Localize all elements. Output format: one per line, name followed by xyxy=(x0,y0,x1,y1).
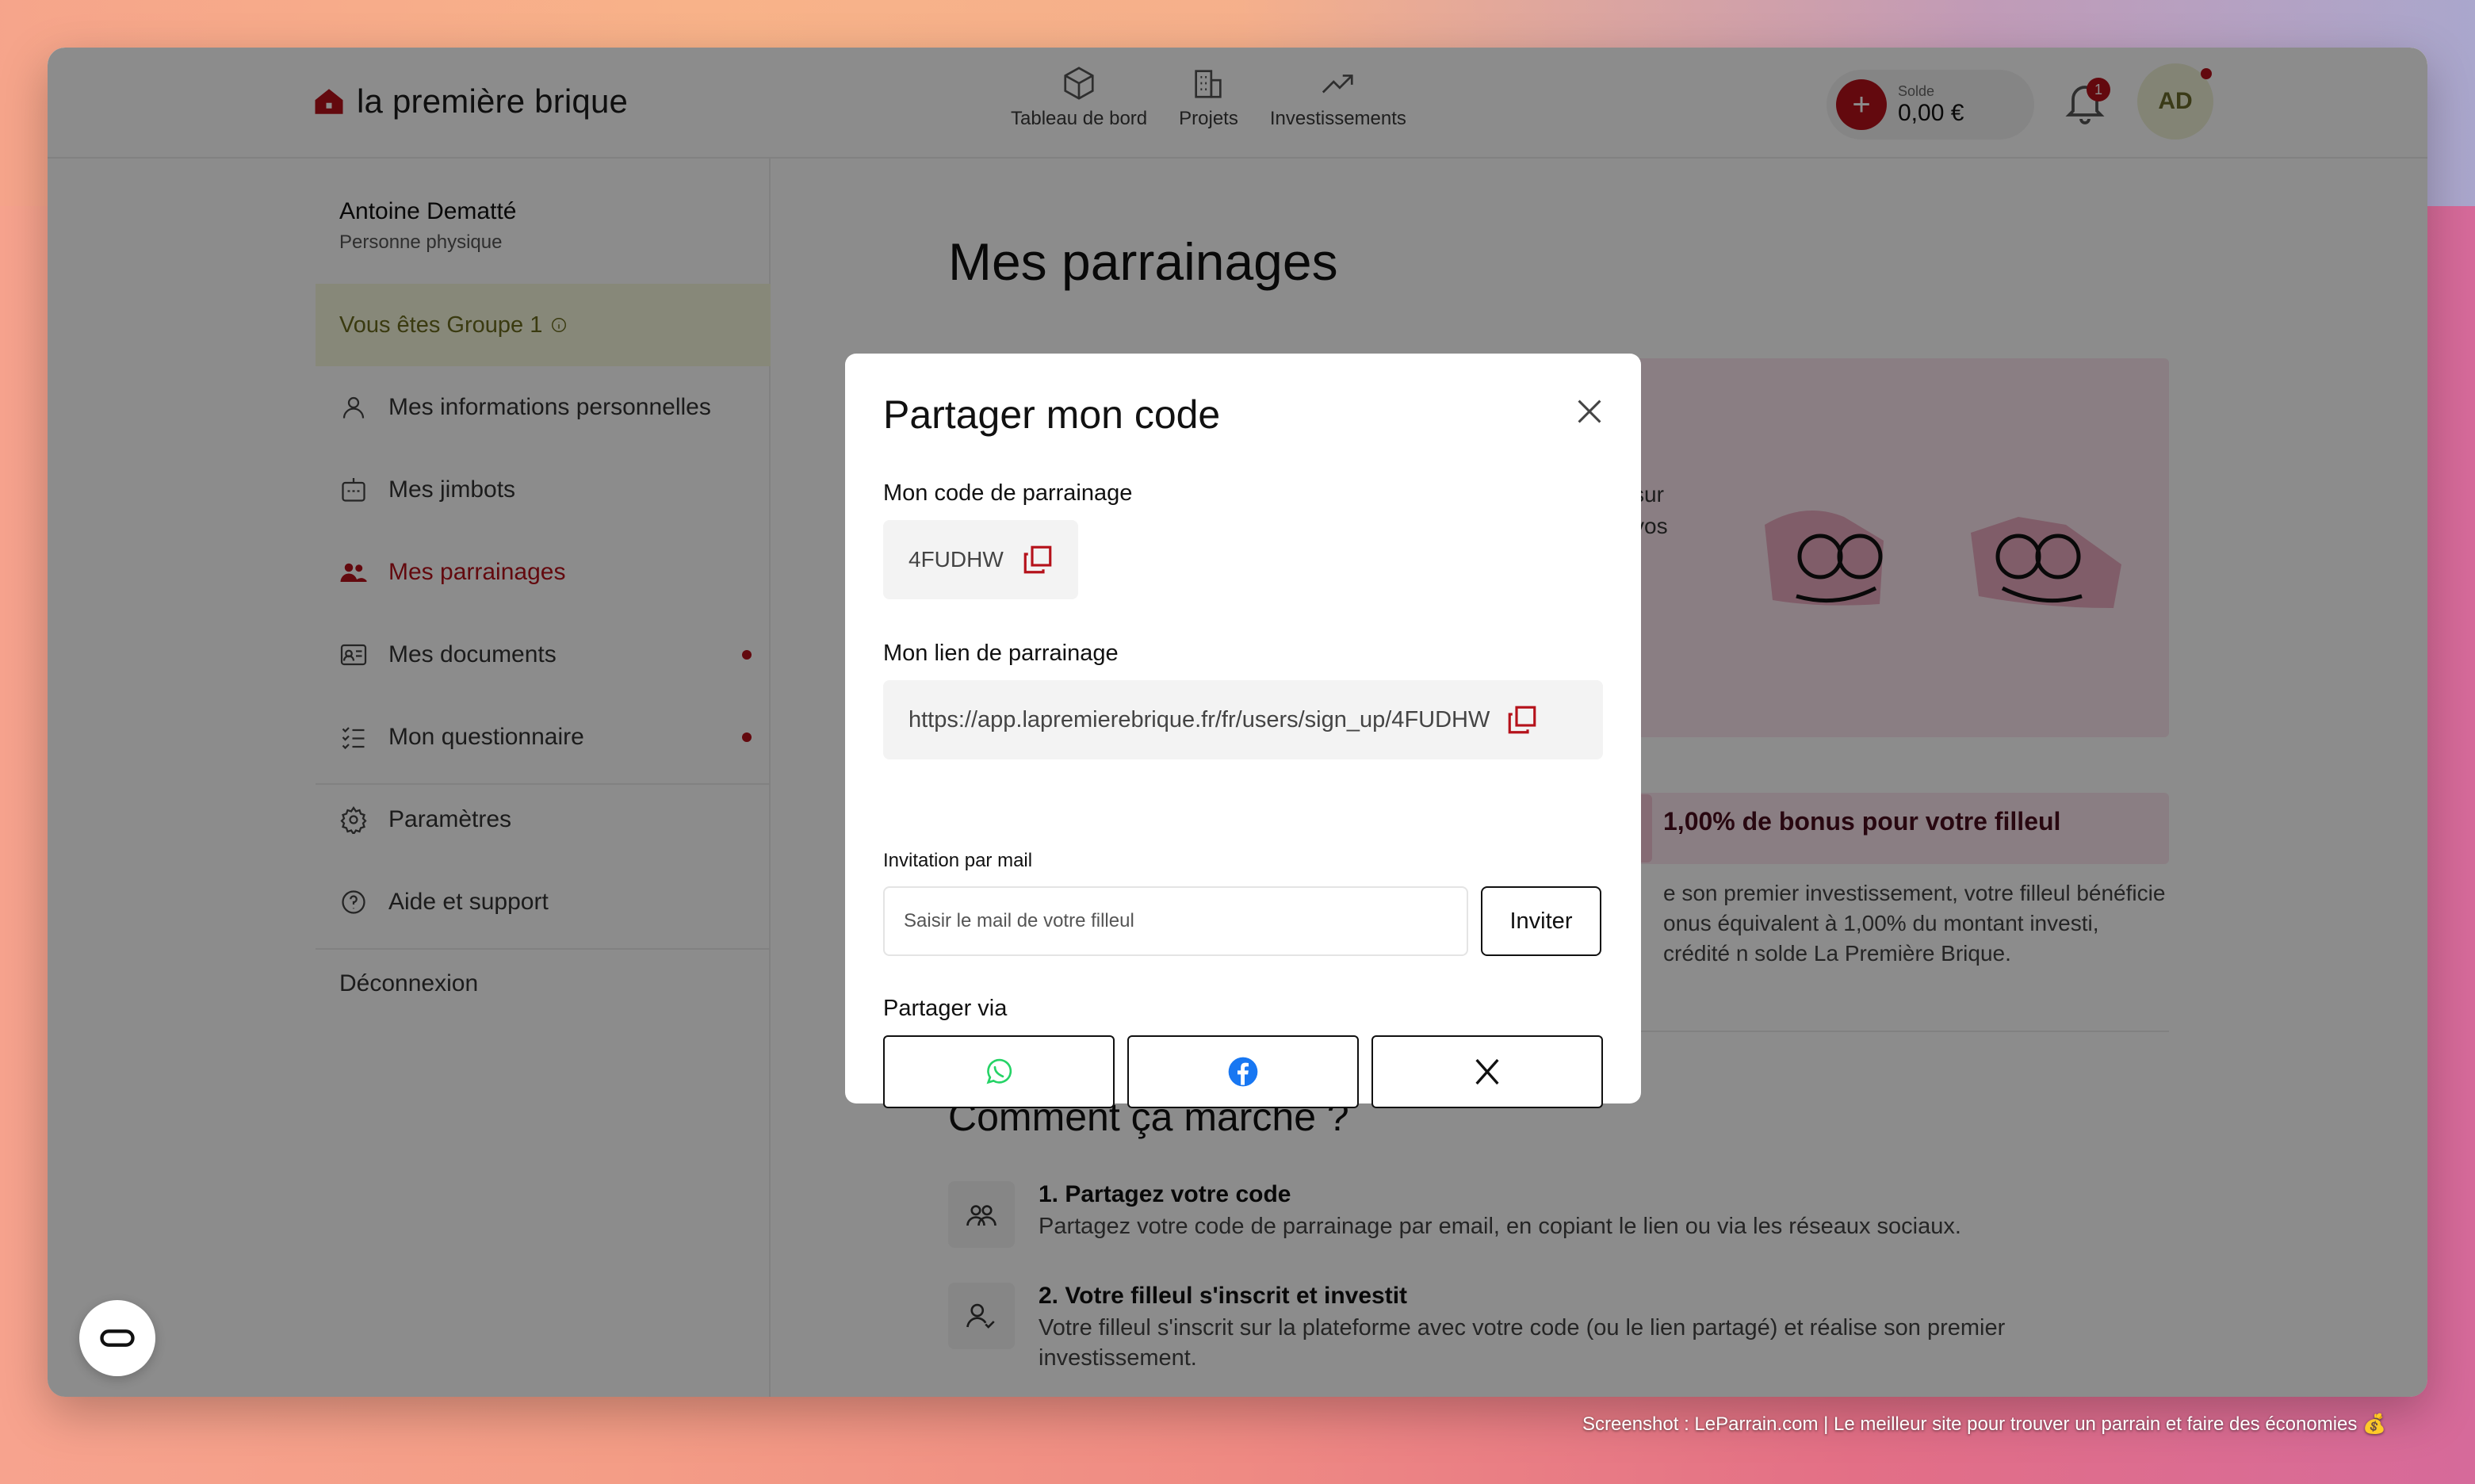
invite-button[interactable]: Inviter xyxy=(1481,886,1601,956)
code-label: Mon code de parrainage xyxy=(883,480,1133,506)
share-label: Partager via xyxy=(883,996,1008,1021)
share-whatsapp-button[interactable] xyxy=(883,1035,1115,1108)
infinity-icon xyxy=(100,1329,135,1347)
share-facebook-button[interactable] xyxy=(1127,1035,1359,1108)
app-window: la première brique Tableau de bord Proje… xyxy=(48,48,2427,1397)
close-icon[interactable] xyxy=(1571,393,1608,430)
copy-icon[interactable] xyxy=(1021,543,1054,576)
referral-code-box[interactable]: 4FUDHW xyxy=(883,520,1078,599)
share-code-modal: Partager mon code Mon code de parrainage… xyxy=(845,354,1641,1108)
share-x-button[interactable] xyxy=(1371,1035,1603,1108)
x-icon xyxy=(1475,1058,1499,1085)
mail-label: Invitation par mail xyxy=(883,850,1033,871)
link-label: Mon lien de parrainage xyxy=(883,641,1119,666)
email-field[interactable] xyxy=(883,886,1468,956)
whatsapp-icon xyxy=(986,1058,1012,1084)
facebook-icon xyxy=(1228,1057,1258,1087)
referral-link: https://app.lapremierebrique.fr/fr/users… xyxy=(909,706,1490,732)
referral-link-box[interactable]: https://app.lapremierebrique.fr/fr/users… xyxy=(883,680,1603,759)
referral-code: 4FUDHW xyxy=(909,547,1004,572)
floating-link-button[interactable] xyxy=(79,1300,155,1376)
modal-title: Partager mon code xyxy=(883,392,1221,437)
watermark-text: Screenshot : LeParrain.com | Le meilleur… xyxy=(1582,1413,2386,1435)
copy-icon[interactable] xyxy=(1505,703,1539,736)
